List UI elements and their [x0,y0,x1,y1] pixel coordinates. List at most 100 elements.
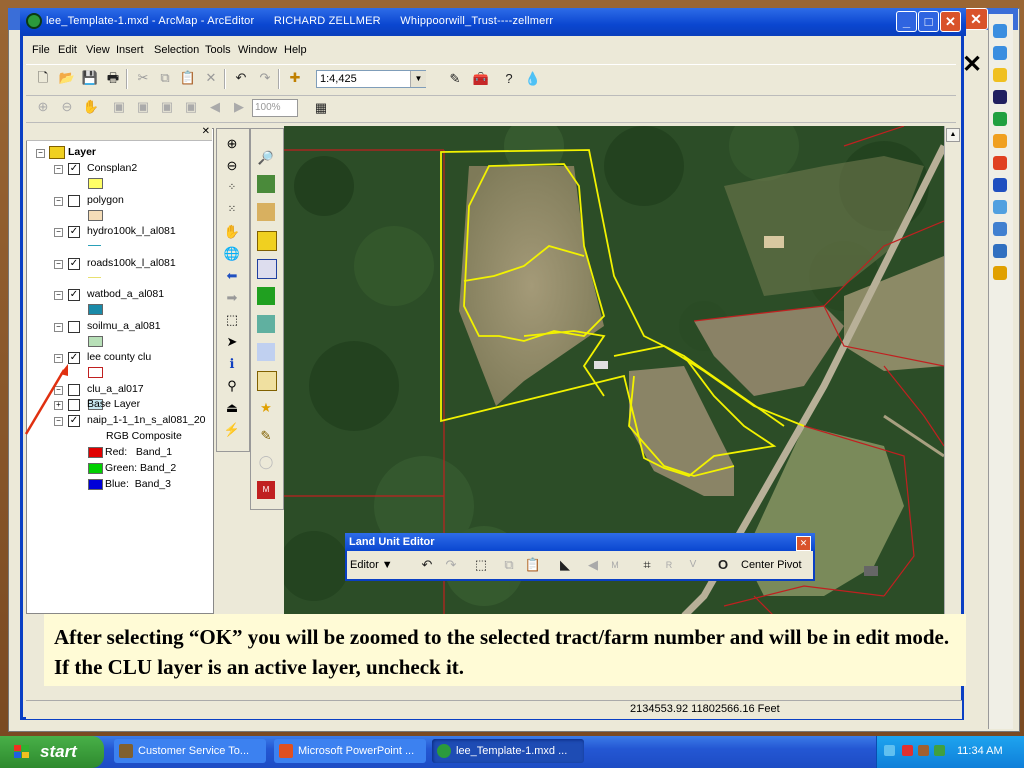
back-arrow-icon[interactable]: ⬅ [223,267,241,285]
toggle-draft-mode-icon[interactable]: ▦ [312,99,330,117]
security-shield-icon[interactable] [902,745,913,756]
clock-icon[interactable] [993,134,1007,148]
toc-layer-expander[interactable]: − [54,165,63,174]
whats-this-icon[interactable]: ? [500,70,518,88]
background-window-close-button[interactable]: ✕ [964,8,988,30]
report-icon[interactable] [257,371,277,391]
clock-icon[interactable] [993,68,1007,82]
menu-edit[interactable]: Edit [58,44,77,56]
layer-visibility-checkbox[interactable] [68,194,80,207]
redo-icon[interactable]: ↷ [442,556,460,574]
forward-extent-icon[interactable]: ▶ [230,98,248,116]
toc-layer-name[interactable]: roads100k_l_al081 [87,257,176,269]
toc-layer-expander[interactable]: − [54,196,63,206]
minimize-button[interactable]: _ [896,11,917,32]
scale-dropdown-arrow-icon[interactable]: ▼ [410,71,426,87]
merge-icon[interactable]: ◀ [584,556,602,574]
zoom-in-page-icon[interactable]: ⊕ [34,98,52,116]
toc-layer-name[interactable]: clu_a_al017 [87,383,144,395]
close-button[interactable]: ✕ [940,11,961,32]
menu-insert[interactable]: Insert [116,44,144,56]
undo-icon[interactable]: ↶ [418,556,436,574]
browser-icon[interactable] [993,46,1007,60]
toc-layer-expander[interactable]: − [54,322,63,332]
back-extent-icon[interactable]: ◀ [206,98,224,116]
fixed-zoom-in-icon[interactable]: ⁘ [223,179,241,197]
tray-app-icon[interactable] [934,745,945,756]
circle-tool-icon[interactable]: O [714,556,732,574]
menu-selection[interactable]: Selection [154,44,199,56]
person-map-icon[interactable] [257,175,275,193]
print-icon[interactable]: 🖶 [104,69,122,87]
taskbar-item-customer-service[interactable]: Customer Service To... [114,739,266,763]
delete-icon[interactable]: ✕ [202,69,220,87]
toc-layer-name[interactable]: Base Layer [87,398,140,410]
pan-icon[interactable]: ✋ [223,223,241,241]
select-feature-icon[interactable]: ⬚ [472,556,490,574]
word-icon[interactable] [993,178,1007,192]
toc-layer-expander[interactable]: − [54,228,63,237]
reshape-icon[interactable]: R [660,556,678,574]
full-extent-icon[interactable]: 🌐 [223,245,241,263]
maximize-button[interactable]: □ [918,11,939,32]
toc-layer-expander[interactable]: − [54,291,63,300]
arctoolbox-icon[interactable]: 🧰 [472,70,490,88]
land-unit-editor-close-button[interactable]: ✕ [796,536,811,551]
cut-icon[interactable]: ✂ [134,69,152,87]
fixed-zoom-in-icon[interactable]: ▣ [134,98,152,116]
toc-root-label[interactable]: Layer [68,146,96,158]
layer-visibility-checkbox[interactable]: ✓ [68,226,80,238]
toc-layer-name[interactable]: polygon [87,194,124,206]
pan-page-icon[interactable]: ✋ [82,98,100,116]
map-vertical-scrollbar[interactable]: ▲ [944,126,961,616]
media-icon[interactable] [993,266,1007,280]
undo-icon[interactable]: ↶ [232,69,250,87]
save-icon[interactable]: 💾 [81,69,99,87]
modify-icon[interactable]: M [606,556,624,574]
zoom-in-icon[interactable]: ⊕ [223,135,241,153]
toc-layer-expander[interactable]: − [54,259,63,269]
redo-icon[interactable]: ↷ [256,69,274,87]
select-features-icon[interactable]: ⬚ [223,311,241,329]
green-polygon-icon[interactable] [257,287,275,305]
toc-layer-name[interactable]: hydro100k_l_al081 [87,225,176,237]
circle-icon[interactable]: ◯ [257,453,275,471]
clip-icon[interactable]: ⌗ [638,556,656,574]
tray-app-icon[interactable] [918,745,929,756]
layer-visibility-checkbox[interactable]: ✓ [68,163,80,175]
editor-toolbar-icon[interactable]: ✎ [446,70,464,88]
globe-icon[interactable] [993,200,1007,214]
background-close-x-icon[interactable]: ✕ [962,50,982,79]
paste-icon[interactable]: 📋 [179,69,197,87]
zoom-out-icon[interactable]: ⊖ [223,157,241,175]
toc-layer-name[interactable]: naip_1-1_1n_s_al081_20 [87,414,206,426]
fixed-zoom-out-icon[interactable]: ⁙ [223,201,241,219]
toc-header[interactable]: ✕ [26,126,212,141]
network-icon[interactable] [884,745,895,756]
pencil-icon[interactable]: ✎ [257,427,275,445]
forward-arrow-icon[interactable]: ➡ [223,289,241,307]
excel-icon[interactable] [993,112,1007,126]
menu-window[interactable]: Window [238,44,277,56]
center-pivot-button[interactable]: Center Pivot [741,556,802,574]
layout-zoom-combo[interactable]: 100% [252,99,298,117]
paste-icon[interactable]: 📋 [524,556,542,574]
star-icon[interactable]: ★ [257,399,275,417]
fixed-zoom-out-icon[interactable]: ▣ [158,98,176,116]
toc-layer-name[interactable]: watbod_a_al081 [87,288,164,300]
zoom-100-icon[interactable]: ▣ [182,98,200,116]
add-data-icon[interactable]: ✚ [286,69,304,87]
user-icon[interactable] [993,244,1007,258]
open-folder-icon[interactable]: 📂 [58,69,76,87]
menu-view[interactable]: View [86,44,110,56]
copy-icon[interactable]: ⧉ [156,69,174,87]
layers-icon[interactable] [257,231,277,251]
bank-icon[interactable] [993,90,1007,104]
parcel-map-icon[interactable] [257,203,275,221]
menu-file[interactable]: File [32,44,50,56]
frame-icon[interactable] [257,259,277,279]
land-unit-editor-title[interactable]: Land Unit Editor [345,533,815,551]
select-elements-icon[interactable]: ➤ [223,333,241,351]
taskbar-item-powerpoint[interactable]: Microsoft PowerPoint ... [274,739,426,763]
toc-layer-name[interactable]: lee county clu [87,351,151,363]
